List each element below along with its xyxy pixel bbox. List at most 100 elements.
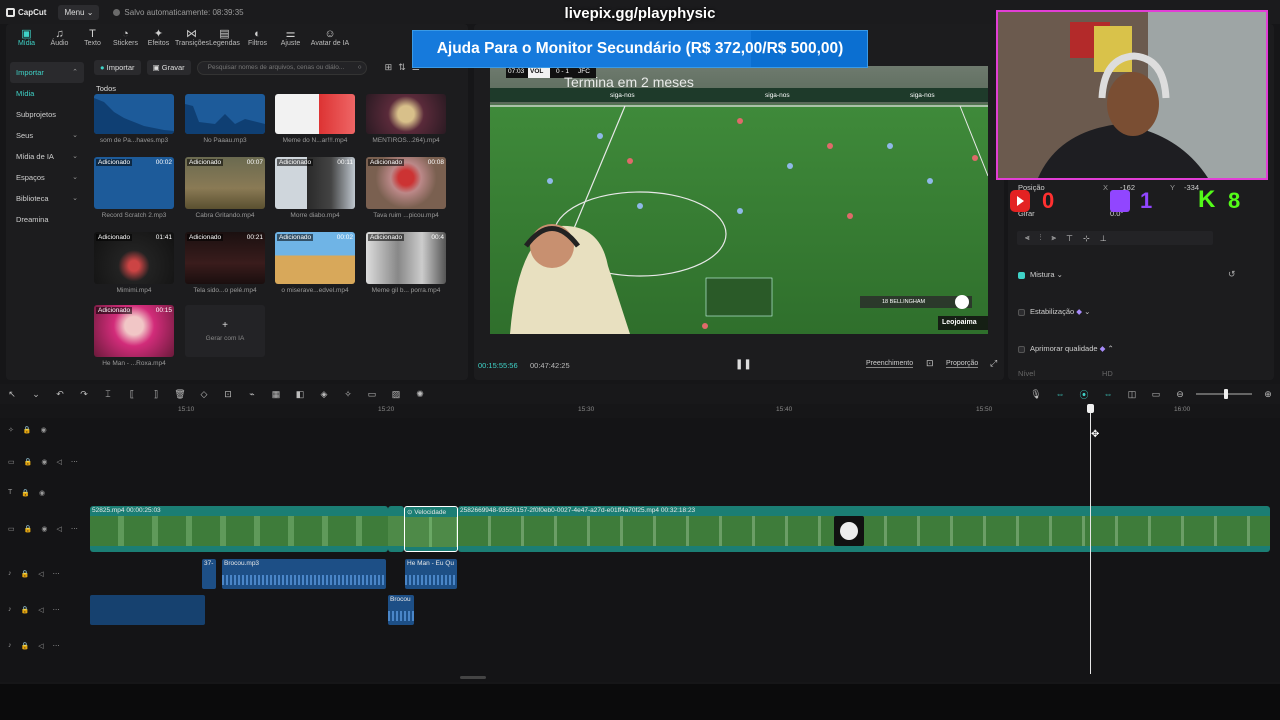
- lock-icon[interactable]: 🔒: [21, 606, 30, 614]
- mirror-icon[interactable]: ◧: [288, 389, 312, 400]
- align-top-icon[interactable]: ⊤: [1066, 234, 1073, 243]
- color-icon[interactable]: ◈: [312, 389, 336, 400]
- media-item[interactable]: Adicionado 00:4 Meme gil b... porra.mp4: [366, 232, 446, 294]
- eye-icon[interactable]: ◉: [41, 426, 47, 434]
- image-icon[interactable]: ▨: [384, 389, 408, 400]
- trim-left-icon[interactable]: ⟦: [120, 389, 144, 400]
- tab-stickers[interactable]: ◔ Stickers: [109, 28, 142, 47]
- tab-audio[interactable]: ♫ Áudio: [43, 28, 76, 47]
- audio-clip[interactable]: Brocou.mp3: [222, 559, 386, 589]
- fullscreen-icon[interactable]: ⤢: [990, 358, 997, 369]
- category-import[interactable]: Importar ⌃: [10, 62, 84, 83]
- import-button[interactable]: ● Importar: [94, 60, 141, 75]
- more-icon[interactable]: ⋯: [53, 606, 60, 614]
- tab-captions[interactable]: ▤ Legendas: [208, 28, 241, 47]
- chevron-down-icon[interactable]: ⌄: [24, 389, 48, 400]
- more-icon[interactable]: ⋯: [71, 525, 78, 533]
- playhead-handle[interactable]: [1087, 404, 1094, 413]
- select-tool-icon[interactable]: ↖: [0, 389, 24, 400]
- crop-icon[interactable]: ⊡: [216, 389, 240, 400]
- media-item[interactable]: Adicionado 01:41 Mimimi.mp4: [94, 232, 174, 294]
- category-library[interactable]: Biblioteca ⌄: [10, 188, 84, 209]
- lock-icon[interactable]: 🔒: [24, 525, 33, 533]
- category-media[interactable]: Mídia: [10, 83, 84, 104]
- stabilize-toggle[interactable]: Estabilização ◆ ⌄: [1018, 307, 1090, 316]
- view-toggle-icon[interactable]: ⊞: [385, 62, 393, 73]
- tab-text[interactable]: T Texto: [76, 28, 109, 47]
- speed-clip[interactable]: ⊙ Velocidade: [404, 506, 458, 552]
- speaker-icon[interactable]: ◁: [38, 606, 43, 614]
- speaker-icon[interactable]: ◁: [56, 525, 61, 533]
- tab-effects[interactable]: ✦ Efeitos: [142, 28, 175, 47]
- media-item[interactable]: No Paaau.mp3: [185, 94, 265, 144]
- zoom-slider[interactable]: [1196, 389, 1252, 399]
- media-item[interactable]: Adicionado 00:07 Cabra Gritando.mp4: [185, 157, 265, 219]
- audio-clip[interactable]: He Man - Eu Qu: [405, 559, 457, 589]
- freeze-icon[interactable]: ▦: [264, 389, 288, 400]
- media-item[interactable]: som de Pa...haves.mp3: [94, 94, 174, 144]
- audio-clip[interactable]: Brocou: [388, 595, 414, 625]
- magic-icon[interactable]: ✧: [336, 389, 360, 400]
- menu-button[interactable]: Menu ⌄: [58, 4, 100, 20]
- audio-clip[interactable]: 37-: [202, 559, 216, 589]
- video-clip[interactable]: 52825.mp4 00:00:25:03: [90, 506, 388, 552]
- timeline-scrollbar[interactable]: [460, 676, 486, 679]
- eye-icon[interactable]: ◉: [41, 525, 47, 533]
- level-select[interactable]: HD: [1102, 369, 1113, 378]
- tab-media[interactable]: ▣ Mídia: [10, 28, 43, 47]
- more-icon[interactable]: ⋯: [53, 570, 60, 578]
- zoom-in-icon[interactable]: ⊕: [1256, 389, 1280, 400]
- audio-clip[interactable]: [90, 595, 205, 625]
- media-item[interactable]: Adicionado 00:21 Tela sido...o pelé.mp4: [185, 232, 265, 294]
- crop-icon[interactable]: ⊡: [926, 358, 934, 369]
- category-dreamina[interactable]: Dreamina: [10, 209, 84, 230]
- category-yours[interactable]: Seus ⌄: [10, 125, 84, 146]
- lock-icon[interactable]: 🔒: [21, 570, 30, 578]
- media-item[interactable]: Adicionado 00:02 Record Scratch 2.mp3: [94, 157, 174, 219]
- trim-right-icon[interactable]: ⟧: [144, 389, 168, 400]
- pause-icon[interactable]: ❚❚: [735, 359, 752, 370]
- y-position-input[interactable]: -334: [1184, 183, 1199, 192]
- link-icon[interactable]: ⇔: [1048, 389, 1072, 399]
- media-search-input[interactable]: Pesquisar nomes de arquivos, cenas ou di…: [196, 60, 367, 75]
- reset-icon[interactable]: ↺: [1228, 269, 1236, 280]
- speed-icon[interactable]: ⌁: [240, 389, 264, 400]
- eye-icon[interactable]: ◉: [41, 458, 47, 466]
- video-clip[interactable]: 2582669948-93550157-2f0f0eb0-0027-4e47-a…: [458, 506, 1270, 552]
- zoom-slider-handle[interactable]: [1224, 389, 1228, 399]
- media-item[interactable]: Adicionado 00:08 Tava ruim ...picou.mp4: [366, 157, 446, 219]
- tab-adjust[interactable]: ⚌ Ajuste: [274, 28, 307, 47]
- lock-icon[interactable]: 🔒: [24, 458, 33, 466]
- media-item[interactable]: Meme do N...ar!!!.mp4: [275, 94, 355, 144]
- category-subprojects[interactable]: Subprojetos: [10, 104, 84, 125]
- align-bottom-icon[interactable]: ⊥: [1100, 234, 1107, 243]
- more-icon[interactable]: ⋯: [71, 458, 78, 466]
- align-left-icon[interactable]: ⫷: [1025, 233, 1030, 243]
- speaker-icon[interactable]: ◁: [38, 570, 43, 578]
- snap-icon[interactable]: ⦿: [1072, 388, 1096, 401]
- video-clip[interactable]: [388, 506, 404, 552]
- tab-filters[interactable]: ◐ Filtros: [241, 28, 274, 47]
- lock-icon[interactable]: 🔒: [21, 489, 30, 497]
- lock-icon[interactable]: 🔒: [23, 426, 32, 434]
- media-item[interactable]: MENTIROS...264).mp4: [366, 94, 446, 144]
- preview-axis-icon[interactable]: ⇔: [1096, 389, 1120, 399]
- tab-ai-avatar[interactable]: ☺ Avatar de IA: [307, 28, 353, 47]
- category-ai-media[interactable]: Mídia de IA ⌄: [10, 146, 84, 167]
- sort-icon[interactable]: ⇅: [398, 62, 406, 73]
- more-icon[interactable]: ⋯: [53, 642, 60, 650]
- align-middle-icon[interactable]: ⊹: [1083, 234, 1090, 243]
- enhance-toggle[interactable]: Aprimorar qualidade ◆ ⌃: [1018, 344, 1114, 353]
- blend-toggle[interactable]: Mistura ⌄: [1018, 270, 1063, 279]
- preview-video[interactable]: 07:03 VOL 0 - 1 JFC Termina em 2 meses s…: [490, 66, 988, 334]
- media-item[interactable]: Adicionado 00:15 He Man - ...Roxa.mp4: [94, 305, 174, 367]
- zoom-out-icon[interactable]: ⊖: [1168, 389, 1192, 400]
- subtitle-icon[interactable]: ▭: [360, 389, 384, 400]
- record-button[interactable]: ▣ Gravar: [146, 60, 191, 75]
- playhead[interactable]: [1090, 406, 1091, 674]
- timeline-ruler[interactable]: 15:10 15:20 15:30 15:40 15:50 16:00: [88, 404, 1280, 418]
- ratio-button[interactable]: Proporção: [946, 360, 979, 368]
- split-view-icon[interactable]: ◫: [1120, 389, 1144, 400]
- generate-ai-button[interactable]: + Gerar com IA: [185, 305, 265, 357]
- fill-button[interactable]: Preenchimento: [866, 360, 914, 368]
